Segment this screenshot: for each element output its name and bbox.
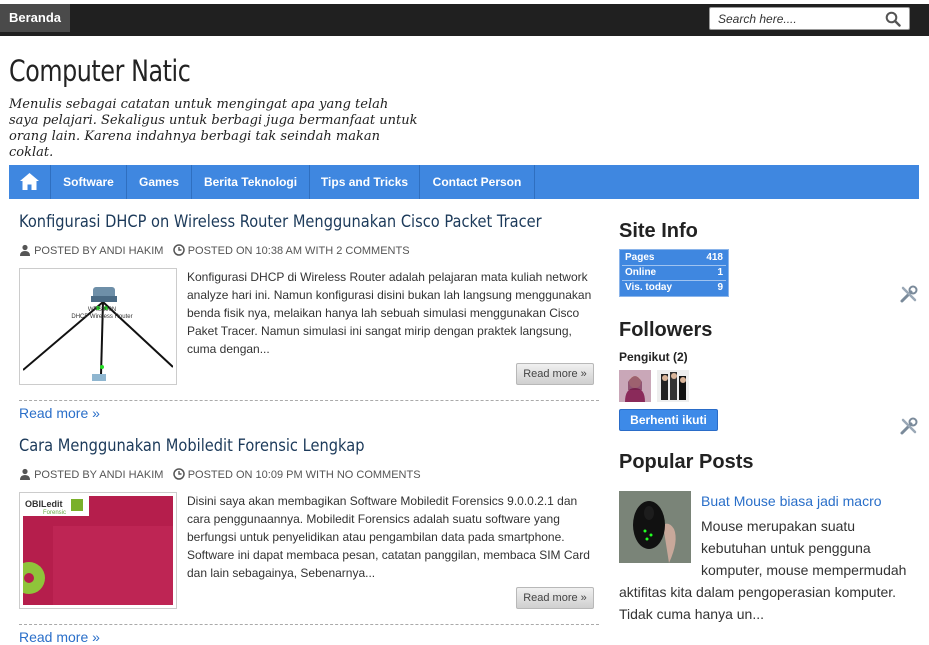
follower-avatar[interactable] [657,370,689,402]
clock-icon [172,468,185,480]
nav-berita-teknologi[interactable]: Berita Teknologi [192,165,310,199]
post-snippet: Konfigurasi DHCP di Wireless Router adal… [187,270,592,356]
site-info-heading: Site Info [619,220,698,242]
stat-label: Vis. today [625,282,673,293]
unfollow-button[interactable]: Berhenti ikuti [619,409,718,431]
post-divider [19,400,599,401]
popular-snippet-line: kebutuhan untuk pengguna [701,540,871,556]
network-diagram-image: WRS300N DHCP Wireless Router [22,272,174,381]
post-meta: POSTED BY ANDI HAKIM POSTED ON 10:09 PM … [19,468,421,481]
popular-posts-heading: Popular Posts [619,451,754,473]
site-stats-widget[interactable]: Pages 418 Online 1 Vis. today 9 [619,249,729,297]
search-input[interactable] [716,11,880,27]
popular-post-thumbnail[interactable] [619,491,691,563]
post-title[interactable]: Konfigurasi DHCP on Wireless Router Meng… [19,212,542,232]
edit-widget-icon[interactable] [899,284,919,304]
stat-value: 9 [717,282,723,293]
user-icon [20,244,30,256]
mouse-image [619,491,691,563]
thumb-caption-1: WRS300N [88,307,116,313]
user-icon [20,468,30,480]
post-thumbnail[interactable]: OBILedit Forensic [13,492,177,609]
popular-snippet-line: Mouse merupakan suatu [701,518,856,534]
post-divider [19,624,599,625]
read-more-link[interactable]: Read more » [19,405,100,421]
popular-post-title[interactable]: Buat Mouse biasa jadi macro [701,493,882,509]
popular-snippet-line: aktifitas kita dalam pengoperasian kompu… [619,584,897,600]
nav-tips-and-tricks[interactable]: Tips and Tricks [310,165,420,199]
avatar-image [619,370,651,402]
search-icon[interactable] [885,11,901,27]
read-more-button[interactable]: Read more » [516,363,594,385]
thumb-caption-1: OBILedit [25,499,63,509]
stat-value: 1 [717,267,723,278]
stat-row: Vis. today 9 [622,281,726,295]
post-date: POSTED ON 10:09 PM WITH NO COMMENTS [187,469,421,481]
home-link[interactable]: Beranda [0,4,70,32]
thumb-caption-2: Forensic [43,510,66,516]
stat-row: Online 1 [622,266,726,281]
mobiledit-image: OBILedit Forensic [13,496,173,605]
home-icon [20,173,39,190]
nav-software[interactable]: Software [51,165,127,199]
edit-widget-icon[interactable] [899,416,919,436]
search-box[interactable] [709,7,910,30]
post-thumbnail[interactable]: WRS300N DHCP Wireless Router [19,268,177,385]
top-bar: Beranda [0,4,929,36]
clock-icon [172,244,185,256]
post-title[interactable]: Cara Menggunakan Mobiledit Forensic Leng… [19,436,365,456]
read-more-link[interactable]: Read more » [19,629,100,645]
site-title[interactable]: Computer Natic [9,54,191,88]
popular-snippet-line: Tidak cuma hanya un... [619,606,765,622]
post-date: POSTED ON 10:38 AM WITH 2 COMMENTS [187,245,410,257]
home-nav-button[interactable] [9,165,51,199]
stat-label: Online [625,267,657,278]
stat-row: Pages 418 [622,251,726,266]
site-tagline: Menulis sebagai catatan untuk mengingat … [9,97,418,160]
followers-count: Pengikut (2) [619,350,688,364]
nav-games[interactable]: Games [127,165,192,199]
avatar-image [657,370,689,402]
post-author: POSTED BY ANDI HAKIM [34,469,164,481]
main-nav: Software Games Berita Teknologi Tips and… [9,165,919,199]
follower-avatar[interactable] [619,370,651,402]
post-author: POSTED BY ANDI HAKIM [34,245,164,257]
stat-label: Pages [625,252,655,263]
nav-contact-person[interactable]: Contact Person [420,165,535,199]
read-more-button[interactable]: Read more » [516,587,594,609]
thumb-caption-2: DHCP Wireless Router [71,314,132,320]
stat-value: 418 [706,252,723,263]
popular-snippet-line: komputer, mouse mempermudah [701,562,907,578]
post-meta: POSTED BY ANDI HAKIM POSTED ON 10:38 AM … [19,244,410,257]
followers-heading: Followers [619,319,713,341]
post-snippet: Disini saya akan membagikan Software Mob… [187,494,590,580]
